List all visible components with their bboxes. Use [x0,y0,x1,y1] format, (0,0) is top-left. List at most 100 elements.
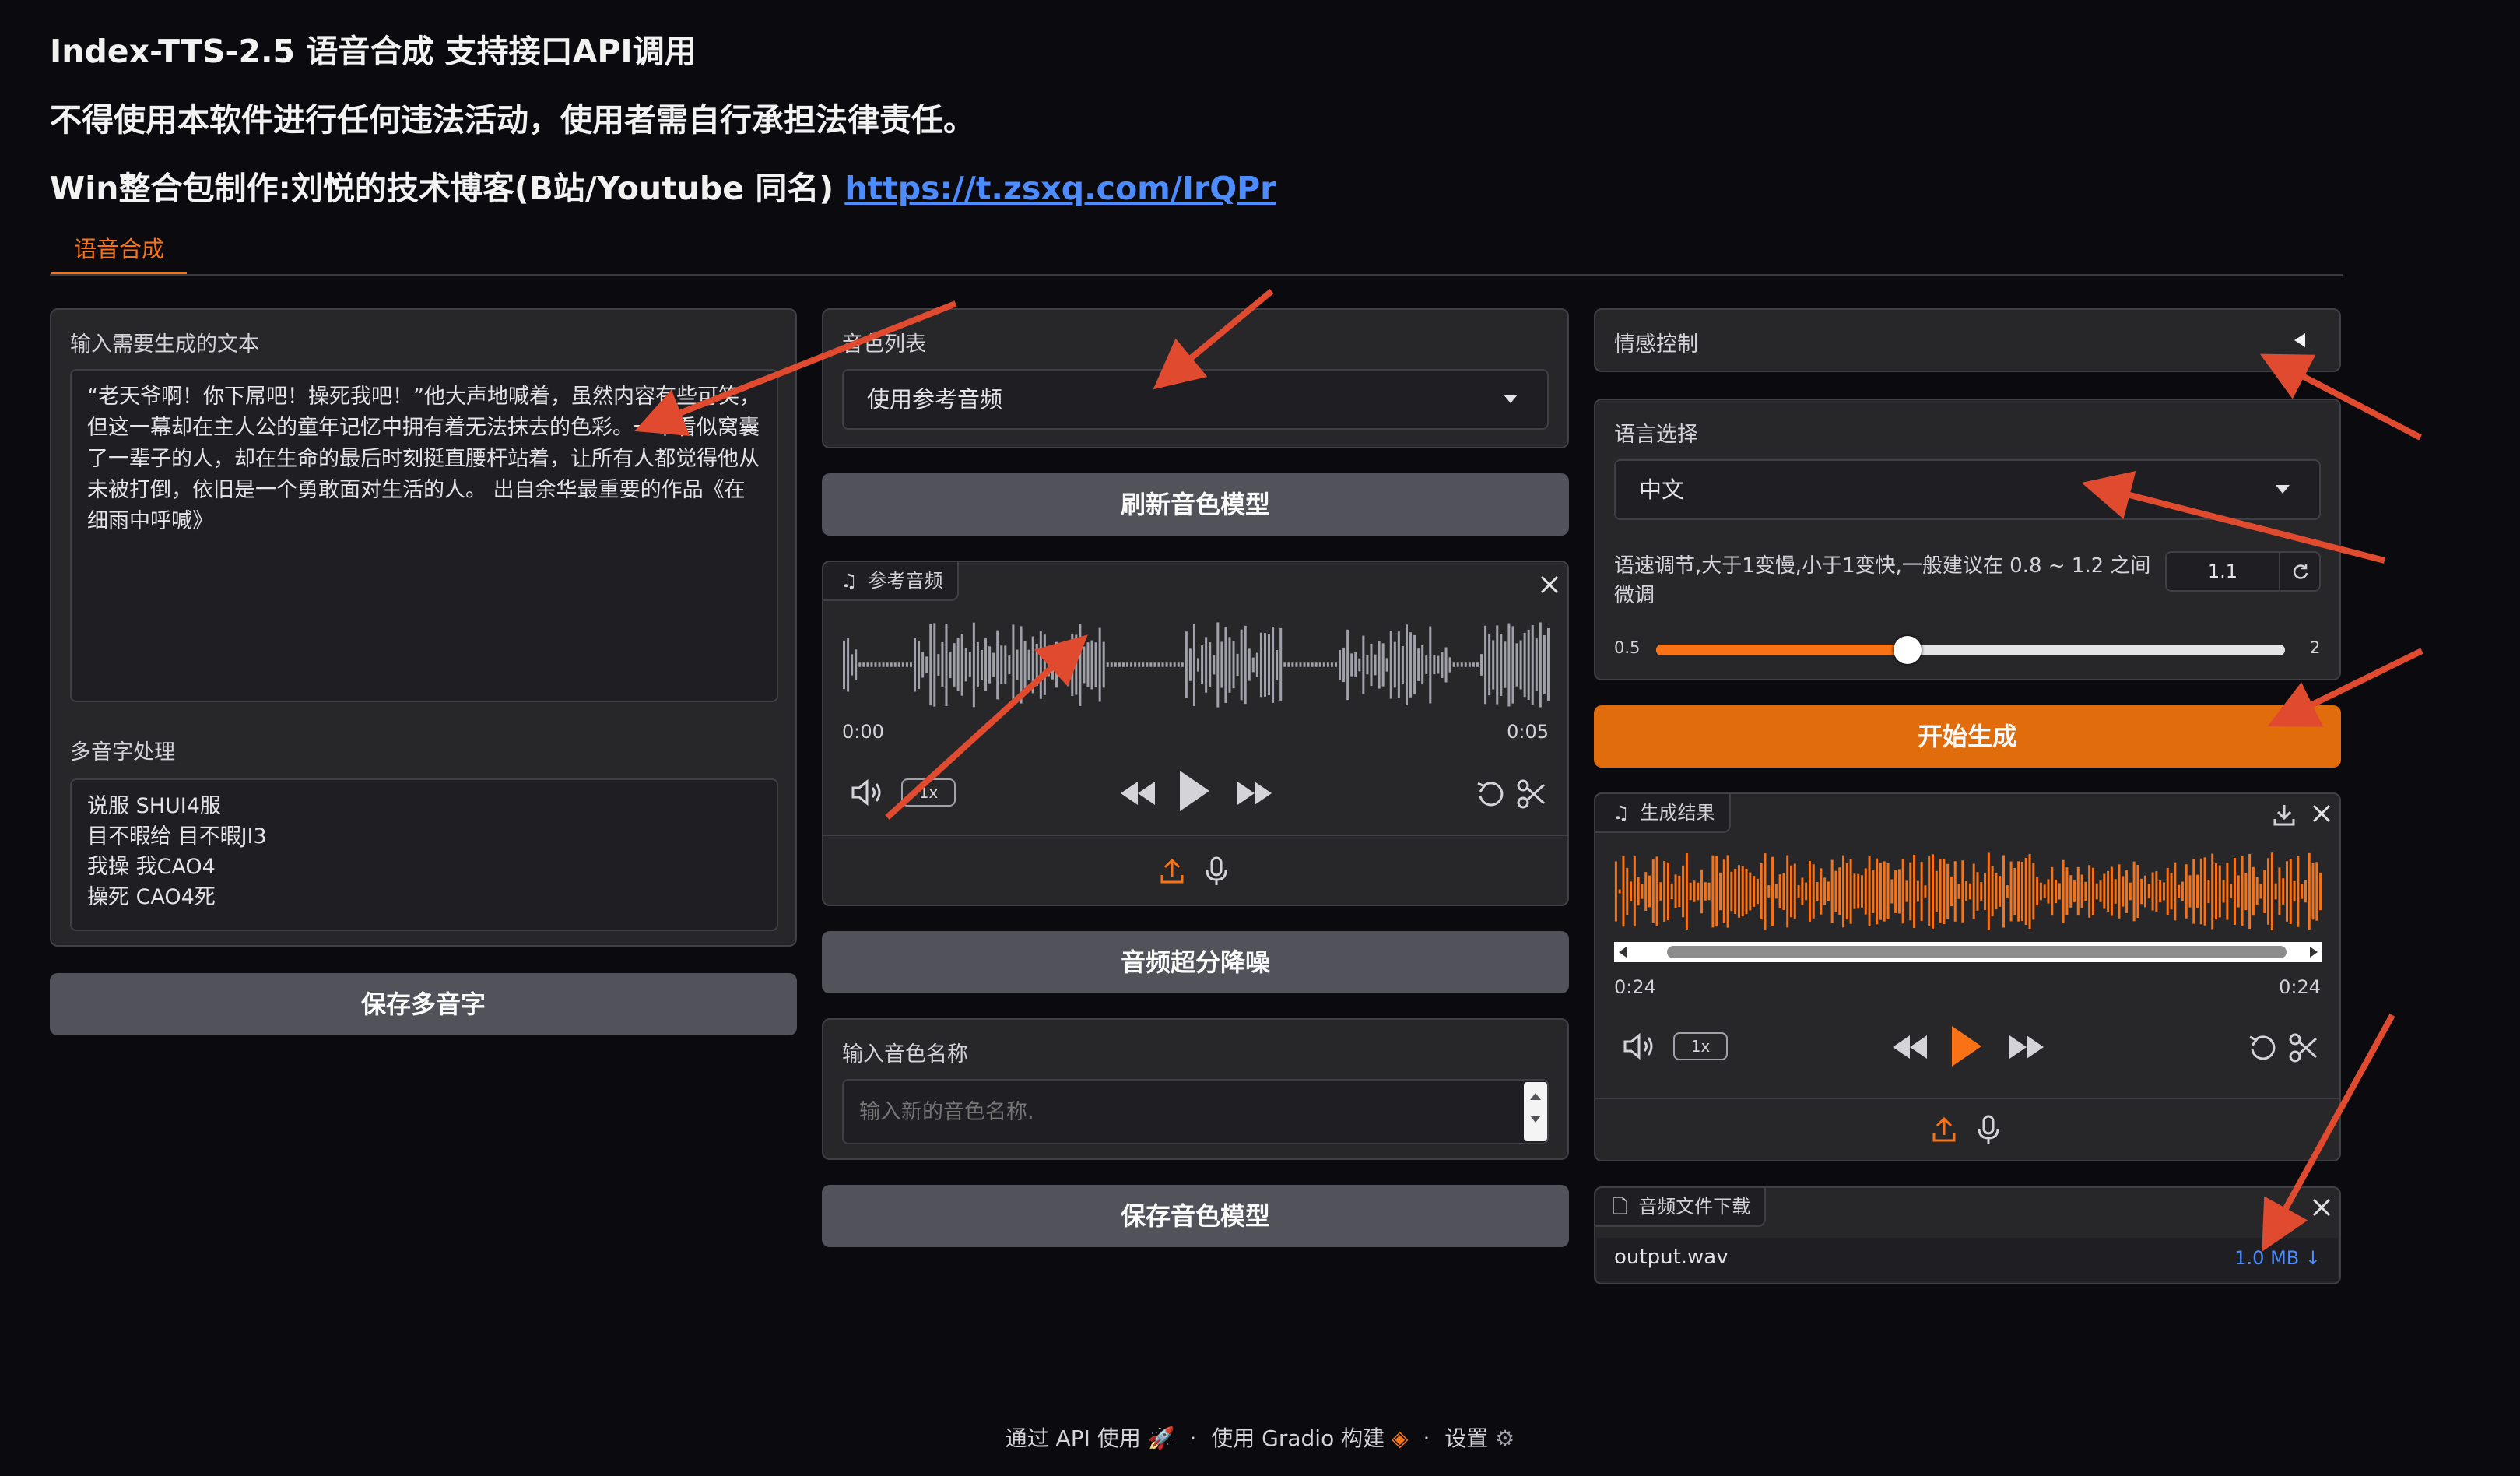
gradio-logo-icon: ◈ [1392,1425,1409,1451]
scissors-icon[interactable] [2288,1032,2319,1063]
fast-forward-icon[interactable] [2008,1034,2045,1060]
reference-audio-panel: ♫ 参考音频 0:00 0:05 1x [822,561,1569,906]
text-input-panel: 输入需要生成的文本 “老天爷啊！你下屌吧！操死我吧！”他大声地喊着，虽然内容有些… [50,308,797,947]
voice-name-label: 输入音色名称 [842,1042,968,1067]
tab-divider [50,274,2343,276]
undo-icon[interactable] [2248,1032,2279,1063]
close-icon[interactable] [2311,803,2332,824]
chevron-down-icon [1504,395,1518,403]
microphone-icon[interactable] [1977,1115,2000,1144]
save-polyphone-button[interactable]: 保存多音字 [50,973,797,1035]
voice-list-label: 音色列表 [842,332,926,357]
result-time-end: 0:24 [2279,976,2321,998]
credit-line: Win整合包制作:刘悦的技术博客(B站/Youtube 同名) https://… [50,162,1276,209]
rewind-icon[interactable] [1891,1034,1929,1060]
speed-value: 1.1 [2207,561,2238,582]
footer-separator: · [1423,1425,1430,1451]
scissors-icon[interactable] [1516,778,1547,810]
playback-rate-button[interactable]: 1x [901,778,956,807]
api-link[interactable]: 通过 API 使用 [1006,1425,1141,1451]
footer-separator: · [1189,1425,1197,1451]
credit-link[interactable]: https://t.zsxq.com/IrQPr [844,170,1276,207]
speed-slider-track[interactable] [1656,636,2285,664]
gradio-link[interactable]: 使用 Gradio 构建 [1211,1425,1385,1451]
language-label: 语言选择 [1614,423,1698,447]
result-scrollbar[interactable] [1614,942,2322,962]
volume-icon[interactable] [850,778,886,807]
language-value: 中文 [1639,476,1685,503]
result-waveform[interactable] [1614,849,2322,934]
play-icon[interactable] [1175,768,1213,814]
reference-audio-chip: ♫ 参考音频 [823,562,959,601]
voice-name-panel: 输入音色名称 [822,1018,1569,1160]
playback-rate-button[interactable]: 1x [1673,1032,1728,1060]
reset-icon[interactable] [2291,562,2310,581]
upload-icon[interactable] [1932,1116,1957,1143]
speed-slider-fill [1656,645,1908,655]
collapse-arrow-icon[interactable] [2294,333,2305,347]
voice-list-value: 使用参考音频 [867,386,1003,413]
rocket-icon: 🚀 [1147,1425,1175,1451]
fast-forward-icon[interactable] [1236,780,1273,807]
audio-denoise-button[interactable]: 音频超分降噪 [822,931,1569,993]
volume-icon[interactable] [1622,1032,1658,1060]
speed-number-input[interactable]: 1.1 [2165,551,2321,592]
save-voice-button[interactable]: 保存音色模型 [822,1185,1569,1247]
language-dropdown[interactable]: 中文 [1614,459,2321,520]
footer: 通过 API 使用 🚀 · 使用 Gradio 构建 ◈ · 设置 ⚙ [0,1422,2520,1453]
file-download-chip: 🗋 音频文件下载 [1595,1188,1767,1227]
settings-link[interactable]: 设置 [1444,1425,1488,1451]
speed-slider-thumb[interactable] [1894,636,1922,664]
voice-name-input[interactable] [842,1079,1549,1144]
file-row[interactable]: output.wav 1.0 MB ↓ [1597,1238,2338,1281]
download-icon[interactable] [2273,802,2296,827]
upload-icon[interactable] [1160,858,1185,884]
reference-audio-label: 参考音频 [868,570,943,592]
language-speed-panel: 语言选择 中文 语速调节,大于1变慢,小于1变快,一般建议在 0.8 ~ 1.2… [1594,399,2341,680]
speed-input-divider [2279,553,2280,590]
polyphone-label: 多音字处理 [70,740,175,764]
result-audio-chip: ♫ 生成结果 [1595,794,1731,833]
file-download-label: 音频文件下载 [1638,1196,1751,1218]
microphone-icon[interactable] [1205,856,1228,886]
result-audio-label: 生成结果 [1640,802,1715,824]
audio-footer-divider [1595,1098,2339,1099]
generate-button[interactable]: 开始生成 [1594,705,2341,768]
undo-icon[interactable] [1476,778,1507,810]
text-input-area[interactable]: “老天爷啊！你下屌吧！操死我吧！”他大声地喊着，虽然内容有些可笑，但这一幕却在主… [70,369,778,702]
scroll-stepper[interactable] [1524,1082,1547,1141]
result-audio-panel: ♫ 生成结果 0:24 0:24 1x [1594,792,2341,1161]
gear-icon: ⚙ [1495,1425,1515,1451]
audio-footer-divider [823,835,1567,836]
speed-max-label: 2 [2310,638,2321,657]
voice-list-panel: 音色列表 使用参考音频 [822,308,1569,448]
scroll-thumb[interactable] [1667,946,2287,958]
voice-list-dropdown[interactable]: 使用参考音频 [842,369,1549,430]
tab-speech-synthesis[interactable]: 语音合成 [51,226,187,276]
polyphone-input[interactable]: 说服 SHUI4服 目不暇给 目不暇JI3 我操 我CAO4 操死 CAO4死 [70,778,778,931]
emotion-control-label: 情感控制 [1614,332,1698,357]
speed-min-label: 0.5 [1614,638,1641,657]
speed-label: 语速调节,大于1变慢,小于1变快,一般建议在 0.8 ~ 1.2 之间微调 [1614,554,2151,607]
music-note-icon: ♫ [1613,802,1630,824]
rewind-icon[interactable] [1119,780,1156,807]
app-title: Index-TTS-2.5 语音合成 支持接口API调用 [50,33,697,70]
chevron-down-icon [2276,485,2290,494]
result-time-start: 0:24 [1614,976,1656,998]
file-icon: 🗋 [1613,1196,1628,1218]
close-icon[interactable] [1539,575,1560,595]
music-note-icon: ♫ [841,570,858,592]
ref-time-end: 0:05 [1507,721,1549,743]
file-name: output.wav [1614,1246,1729,1269]
credit-text: Win整合包制作:刘悦的技术博客(B站/Youtube 同名) [50,170,834,207]
refresh-voice-button[interactable]: 刷新音色模型 [822,473,1569,536]
file-size-download-link[interactable]: 1.0 MB ↓ [2234,1247,2321,1269]
legal-warning: 不得使用本软件进行任何违法活动，使用者需自行承担法律责任。 [50,101,975,139]
scroll-right-icon[interactable] [2310,947,2318,958]
file-download-panel: 🗋 音频文件下载 output.wav 1.0 MB ↓ [1594,1186,2341,1284]
play-icon[interactable] [1947,1023,1985,1070]
close-icon[interactable] [2311,1197,2332,1218]
emotion-control-accordion[interactable]: 情感控制 [1594,308,2341,372]
scroll-left-icon[interactable] [1619,947,1627,958]
reference-waveform[interactable] [842,610,1550,719]
